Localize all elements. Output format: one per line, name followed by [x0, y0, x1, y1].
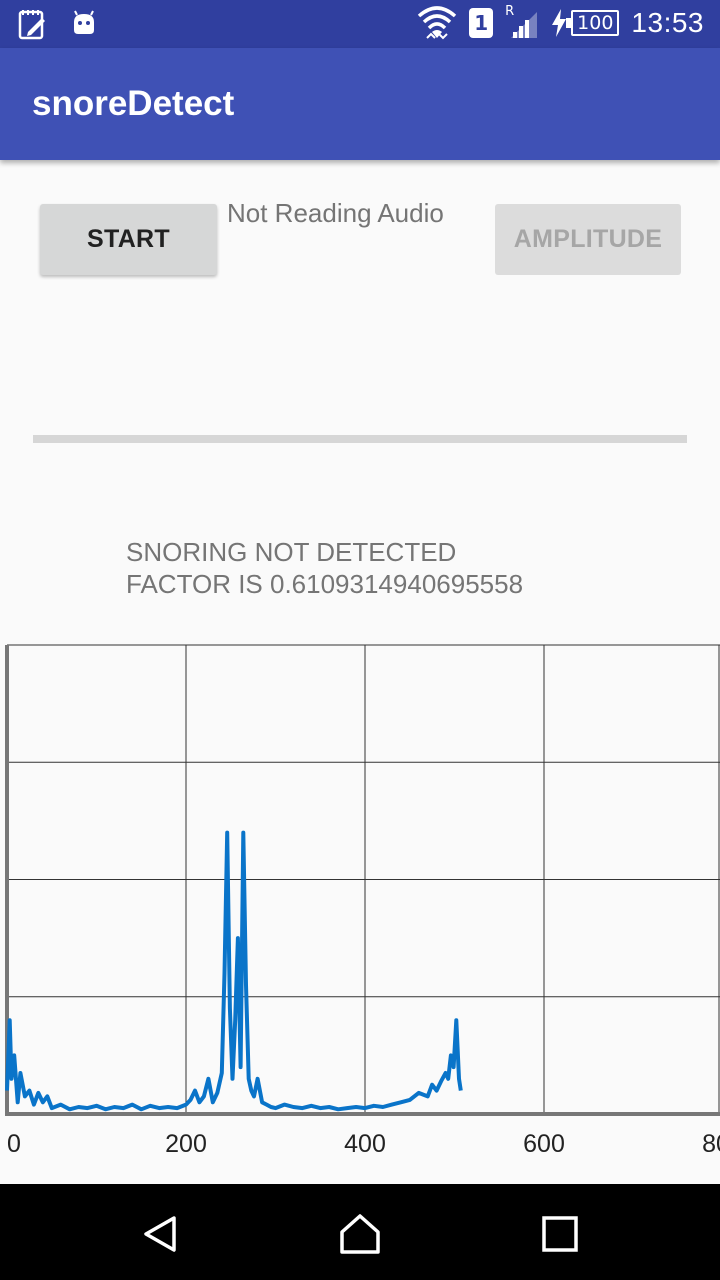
x-tick-label: 0: [7, 1130, 21, 1158]
notes-icon: [18, 10, 45, 40]
navigation-bar: [0, 1184, 720, 1280]
battery-icon: 100: [551, 9, 620, 37]
sim-icon: 1: [469, 8, 494, 38]
android-icon: [74, 10, 94, 34]
home-icon[interactable]: [338, 1212, 382, 1256]
amplitude-progress-bar: [33, 435, 687, 443]
status-time: 13:53: [631, 7, 704, 38]
start-button[interactable]: START: [40, 204, 217, 275]
charging-icon: [552, 9, 567, 37]
signal-icon: R: [505, 4, 539, 40]
wifi-icon: [417, 6, 457, 40]
x-tick-label: 400: [344, 1130, 386, 1158]
app-title: snoreDetect: [32, 84, 235, 123]
amplitude-button[interactable]: AMPLITUDE: [495, 204, 681, 275]
x-tick-label: 600: [523, 1130, 565, 1158]
x-tick-label: 200: [165, 1130, 207, 1158]
frequency-graph[interactable]: 0 200 400 600 800: [0, 640, 720, 1170]
x-tick-label: 800: [702, 1130, 720, 1158]
app-bar: snoreDetect: [0, 48, 720, 160]
detection-result: SNORING NOT DETECTED FACTOR IS 0.6109314…: [126, 536, 523, 600]
series-line: [5, 830, 463, 1112]
status-bar: 1 R 100 13:53: [0, 0, 720, 48]
back-icon[interactable]: [138, 1212, 182, 1256]
battery-level: 100: [566, 10, 620, 36]
reading-status-text: Not Reading Audio: [227, 198, 444, 228]
detection-factor-text: FACTOR IS 0.6109314940695558: [126, 569, 524, 599]
recents-icon[interactable]: [538, 1212, 582, 1256]
detection-status-text: SNORING NOT DETECTED: [126, 537, 457, 567]
